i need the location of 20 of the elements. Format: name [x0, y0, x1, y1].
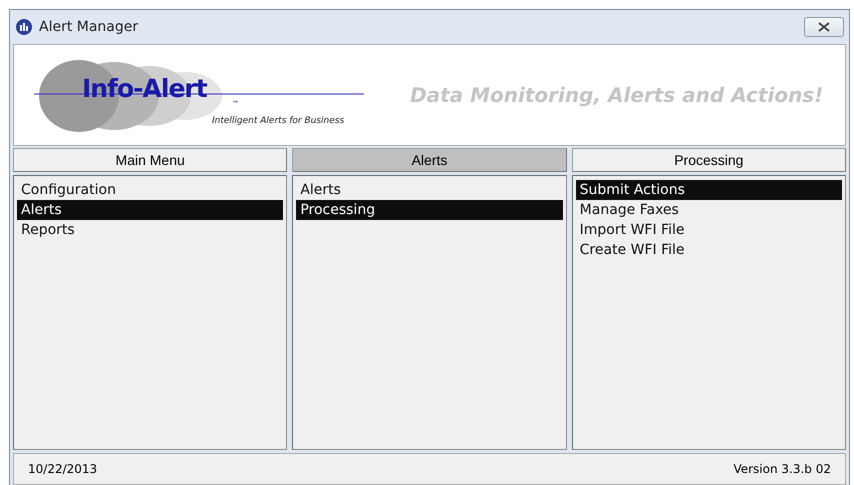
version-label: Version 3.3.b 02 [733, 462, 831, 476]
menu-item[interactable]: Submit Actions [576, 180, 842, 200]
menu-item[interactable]: Processing [296, 200, 563, 220]
column-header[interactable]: Alerts [292, 148, 567, 172]
logo-tagline: Intelligent Alerts for Business [212, 116, 344, 126]
column-header[interactable]: Processing [572, 148, 846, 172]
status-date: 10/22/2013 [28, 462, 98, 476]
column-header[interactable]: Main Menu [13, 148, 288, 172]
menu-item[interactable]: Manage Faxes [576, 200, 842, 220]
menu-item[interactable]: Alerts [17, 200, 284, 220]
slogan: Data Monitoring, Alerts and Actions! [410, 83, 824, 107]
menu-item[interactable]: Alerts [296, 180, 563, 200]
menu-item[interactable]: Configuration [17, 180, 284, 200]
menu-item[interactable]: Create WFI File [576, 240, 842, 260]
app-icon [15, 18, 33, 36]
menu-item[interactable]: Reports [17, 220, 284, 240]
menu-item[interactable]: Import WFI File [576, 220, 842, 240]
close-icon [818, 22, 830, 32]
close-button[interactable] [804, 17, 844, 37]
window-title: Alert Manager [39, 19, 140, 35]
